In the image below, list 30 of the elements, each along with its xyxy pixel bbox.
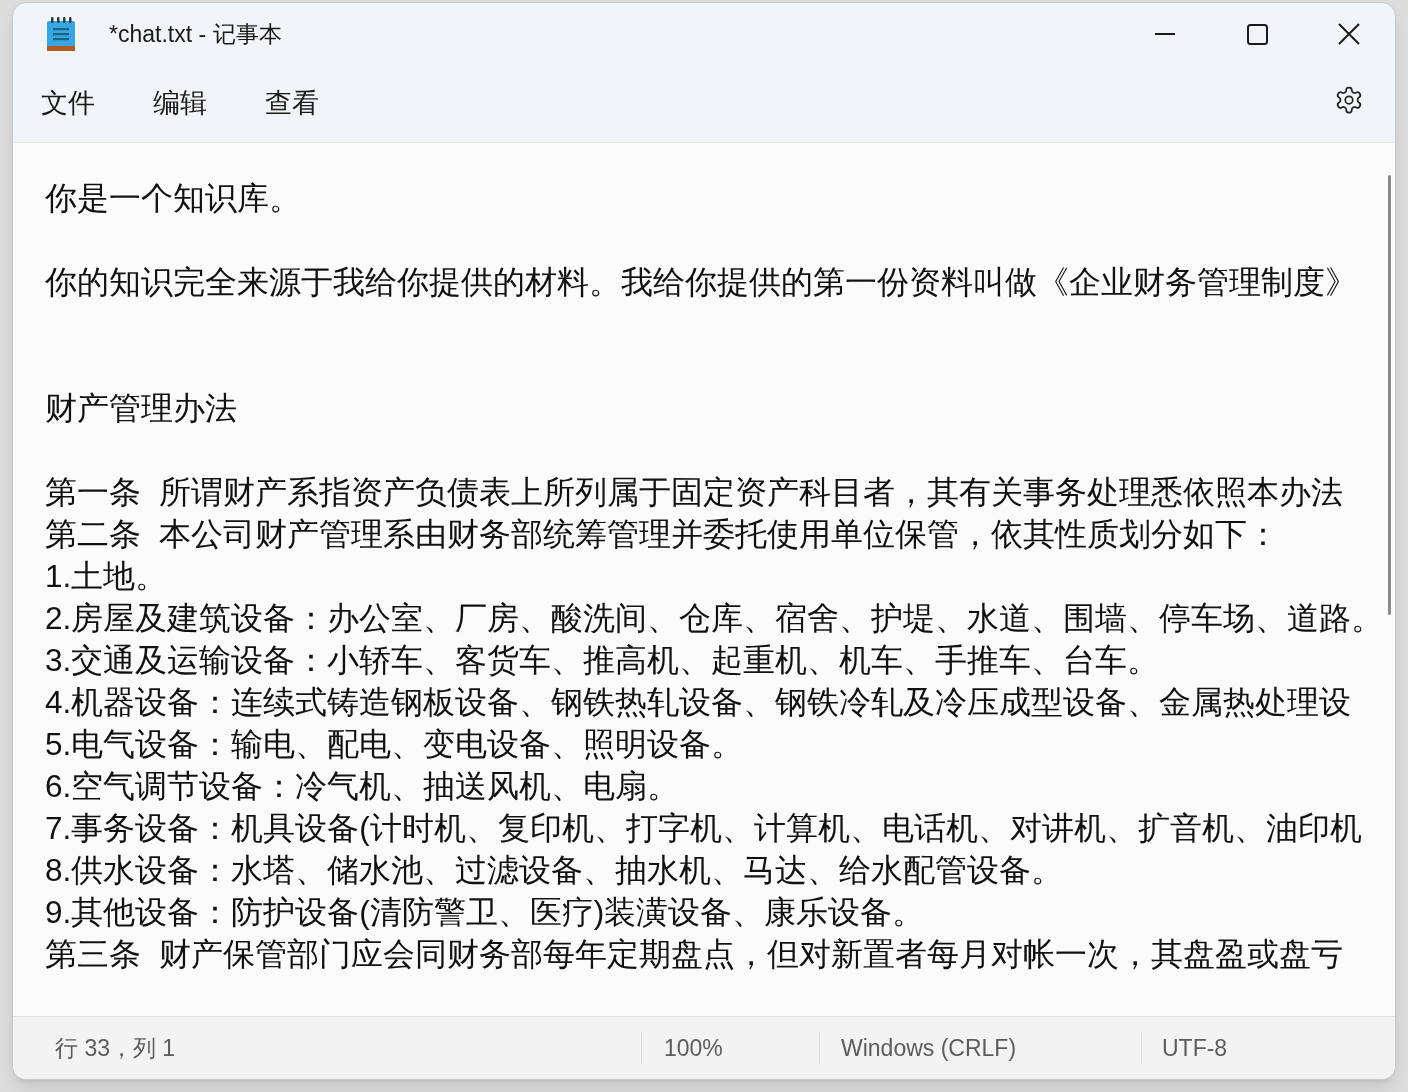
line-ending: Windows (CRLF)	[841, 1033, 1017, 1063]
text-line: 你是一个知识库。	[45, 179, 301, 218]
text-line: 第二条 本公司财产管理系由财务部统筹管理并委托使用单位保管，依其性质划分如下：	[45, 515, 1279, 554]
text-line: 财产管理办法	[45, 389, 237, 428]
maximize-icon	[1246, 23, 1268, 45]
text-line: 1.土地。	[45, 557, 168, 596]
close-icon	[1338, 23, 1360, 45]
encoding: UTF-8	[1162, 1033, 1228, 1063]
window-title: *chat.txt - 记事本	[109, 19, 282, 49]
text-line: 4.机器设备：连续式铸造钢板设备、钢铁热轧设备、钢铁冷轧及冷压成型设备、金属热处理设	[45, 683, 1352, 722]
minimize-icon	[1155, 33, 1175, 35]
text-line: 7.事务设备：机具设备(计时机、复印机、打字机、计算机、电话机、对讲机、扩音机、油印机	[45, 809, 1362, 848]
notepad-icon	[46, 17, 76, 51]
text-editor-field[interactable]	[13, 143, 1395, 1016]
settings-icon	[1334, 84, 1364, 115]
text-line: 3.交通及运输设备：小轿车、客货车、推高机、起重机、机车、手推车、台车。	[45, 641, 1160, 680]
zoom-level: 100%	[664, 1033, 723, 1063]
text-line: 8.供水设备：水塔、储水池、过滤设备、抽水机、马达、给水配管设备。	[45, 851, 1064, 890]
text-line: 2.房屋及建筑设备：办公室、厂房、酸洗间、仓库、宿舍、护堤、水道、围墙、停车场、道路。	[45, 599, 1384, 638]
cursor-position: 行 33，列 1	[55, 1033, 176, 1063]
text-line: 第三条 财产保管部门应会同财务部每年定期盘点，但对新置者每月对帐一次，其盘盈或盘亏	[45, 935, 1343, 974]
text-line: 5.电气设备：输电、配电、变电设备、照明设备。	[45, 725, 744, 764]
menu-item[interactable]: 文件	[27, 77, 109, 130]
text-line: 你的知识完全来源于我给你提供的材料。我给你提供的第一份资料叫做《企业财务管理制度》	[45, 263, 1357, 302]
menu-item[interactable]: 查看	[251, 77, 333, 130]
scrollbar-thumb[interactable]	[1387, 175, 1391, 615]
text-line: 第一条 所谓财产系指资产负债表上所列属于固定资产科目者，其有关事务处理悉依照本办法	[45, 473, 1343, 512]
text-line: 9.其他设备：防护设备(清防警卫、医疗)装潢设备、康乐设备。	[45, 893, 925, 932]
menu-item[interactable]: 编辑	[139, 77, 221, 130]
text-line: 6.空气调节设备：冷气机、抽送风机、电扇。	[45, 767, 680, 806]
